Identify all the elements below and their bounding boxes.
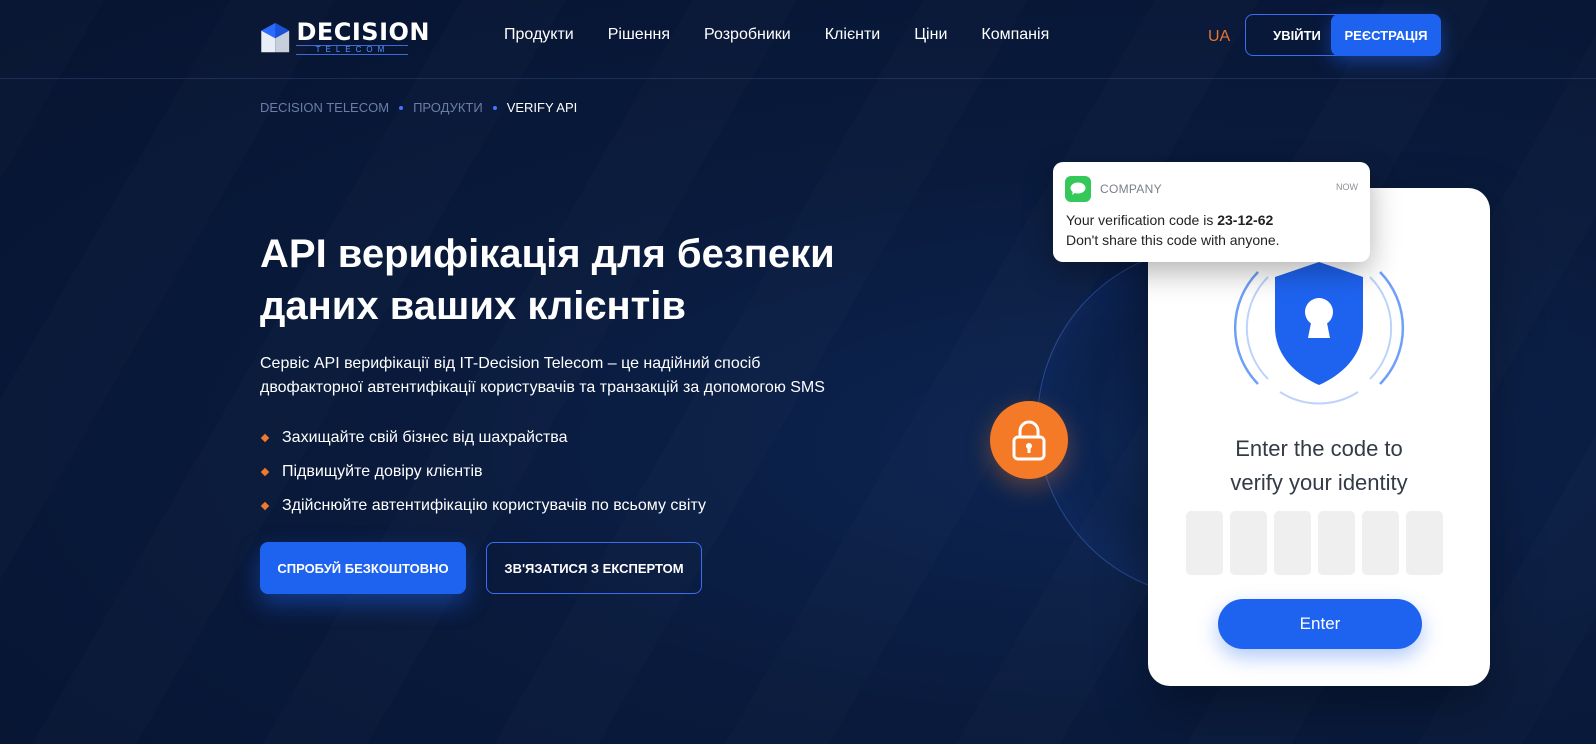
list-item: Підвищуйте довіру клієнтів [260,455,706,489]
nav-item-clients[interactable]: Клієнти [825,26,880,44]
try-free-button[interactable]: СПРОБУЙ БЕЗКОШТОВНО [260,542,466,594]
shield-graphic [1228,242,1410,414]
code-prompt-line2: verify your identity [1230,470,1408,495]
phone-mockup: Enter the code to verify your identity E… [1148,188,1490,686]
hero-description: Сервіс API верифікації від IT-Decision T… [260,355,825,396]
code-digit-input[interactable] [1186,511,1223,575]
breadcrumb-separator [492,105,497,110]
nav-item-company[interactable]: Компанія [981,26,1049,44]
bullet-diamond-icon [260,433,270,443]
code-digit-input[interactable] [1318,511,1355,575]
code-digit-input[interactable] [1406,511,1443,575]
breadcrumb: DECISION TELECOM ПРОДУКТИ VERIFY API [260,100,577,115]
code-prompt: Enter the code to verify your identity [1148,432,1490,500]
message-icon [1065,176,1091,202]
logo-sub: TELECOM [296,45,409,55]
shield-icon [1233,262,1405,405]
list-item-text: Підвищуйте довіру клієнтів [282,463,483,480]
language-switcher[interactable]: UA [1208,28,1230,46]
notification-time: NOW [1336,182,1358,192]
benefit-list: Захищайте свій бізнес від шахрайства Під… [260,421,706,523]
nav-item-solutions[interactable]: Рішення [608,26,670,44]
logo-mark-icon [261,23,290,53]
main-nav: Продукти Рішення Розробники Клієнти Ціни… [504,26,1083,44]
list-item: Захищайте свій бізнес від шахрайства [260,421,706,455]
breadcrumb-separator [399,105,404,110]
enter-button[interactable]: Enter [1218,599,1422,649]
code-digit-input[interactable] [1274,511,1311,575]
notification-app-name: COMPANY [1100,182,1162,196]
nav-item-products[interactable]: Продукти [504,26,574,44]
bullet-diamond-icon [260,467,270,477]
logo-word: DECISION [296,18,430,46]
page-title: API верифікація для безпеки даних ваших … [260,232,835,328]
list-item: Здійснюйте автентифікацію користувачів п… [260,489,706,523]
notification-text: Your verification code is [1066,212,1218,228]
code-digit-input[interactable] [1362,511,1399,575]
nav-item-prices[interactable]: Ціни [914,26,947,44]
code-digit-input[interactable] [1230,511,1267,575]
logo-text: DECISION TELECOM [296,19,430,55]
nav-item-developers[interactable]: Розробники [704,26,791,44]
breadcrumb-item-products[interactable]: ПРОДУКТИ [413,100,483,115]
list-item-text: Здійснюйте автентифікацію користувачів п… [282,497,706,514]
verification-code: 23-12-62 [1217,212,1274,228]
site-header: DECISION TELECOM Продукти Рішення Розроб… [0,0,1596,79]
list-item-text: Захищайте свій бізнес від шахрайства [282,429,568,446]
sms-notification: COMPANY NOW Your verification code is 23… [1053,162,1370,262]
logo[interactable]: DECISION TELECOM [260,12,430,62]
breadcrumb-item-home[interactable]: DECISION TELECOM [260,100,389,115]
lock-badge [990,401,1068,479]
code-prompt-line1: Enter the code to [1235,436,1403,461]
notification-line1: Your verification code is 23-12-62 [1066,212,1273,228]
bullet-diamond-icon [260,501,270,511]
contact-expert-button[interactable]: ЗВ'ЯЗАТИСЯ З ЕКСПЕРТОМ [486,542,702,594]
code-input-group [1186,511,1443,575]
register-button[interactable]: РЕЄСТРАЦІЯ [1331,14,1441,56]
lock-icon [1012,420,1046,461]
breadcrumb-item-current: VERIFY API [506,100,578,115]
notification-line2: Don't share this code with anyone. [1066,232,1280,248]
